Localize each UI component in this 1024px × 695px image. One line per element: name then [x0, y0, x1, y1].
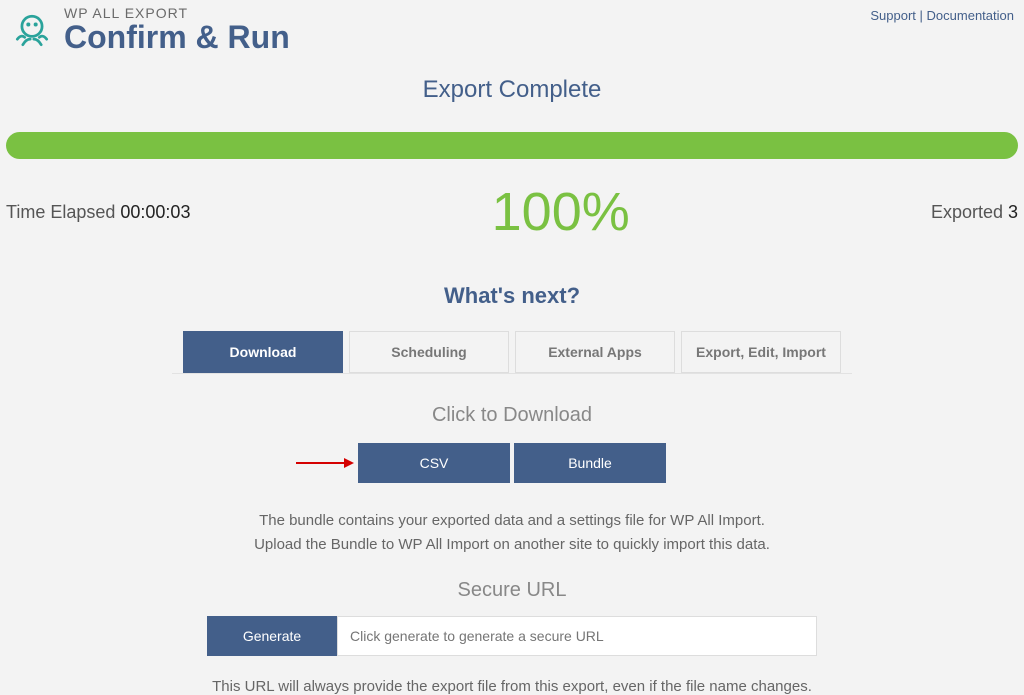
tabs: Download Scheduling External Apps Export… — [172, 331, 852, 374]
brand-text: WP ALL EXPORT Confirm & Run — [64, 6, 290, 54]
bundle-download-button[interactable]: Bundle — [514, 443, 666, 483]
tab-download[interactable]: Download — [183, 331, 343, 373]
header-links: Support | Documentation — [870, 6, 1014, 23]
secure-url-title: Secure URL — [0, 579, 1024, 602]
arrow-icon — [296, 458, 354, 468]
secure-url-input[interactable] — [337, 616, 817, 656]
header: WP ALL EXPORT Confirm & Run Support | Do… — [0, 0, 1024, 54]
time-elapsed-label: Time Elapsed — [6, 202, 120, 222]
progress-percent: 100% — [492, 181, 630, 243]
progress-wrap — [0, 132, 1024, 159]
whats-next-title: What's next? — [0, 283, 1024, 309]
logo-icon — [10, 8, 54, 52]
bundle-desc-line1: The bundle contains your exported data a… — [0, 509, 1024, 533]
generate-button[interactable]: Generate — [207, 616, 337, 656]
support-link[interactable]: Support — [870, 8, 916, 23]
page-title: Confirm & Run — [64, 21, 290, 55]
download-row: CSV Bundle — [0, 443, 1024, 483]
secure-url-description: This URL will always provide the export … — [0, 678, 1024, 695]
brand-block: WP ALL EXPORT Confirm & Run — [10, 6, 290, 54]
time-elapsed-value: 00:00:03 — [120, 202, 190, 222]
secure-row: Generate — [0, 616, 1024, 656]
documentation-link[interactable]: Documentation — [927, 8, 1014, 23]
download-section-title: Click to Download — [0, 404, 1024, 427]
time-elapsed: Time Elapsed 00:00:03 — [6, 202, 190, 223]
status-title: Export Complete — [0, 76, 1024, 104]
tab-scheduling[interactable]: Scheduling — [349, 331, 509, 373]
exported-label: Exported — [931, 202, 1008, 222]
exported-count: Exported 3 — [931, 202, 1018, 223]
csv-download-button[interactable]: CSV — [358, 443, 510, 483]
progress-bar — [6, 132, 1018, 159]
link-separator: | — [916, 8, 927, 23]
tab-external-apps[interactable]: External Apps — [515, 331, 675, 373]
stats-row: Time Elapsed 00:00:03 100% Exported 3 — [0, 181, 1024, 243]
exported-value: 3 — [1008, 202, 1018, 222]
bundle-desc-line2: Upload the Bundle to WP All Import on an… — [0, 533, 1024, 557]
bundle-description: The bundle contains your exported data a… — [0, 509, 1024, 557]
tab-export-edit-import[interactable]: Export, Edit, Import — [681, 331, 841, 373]
